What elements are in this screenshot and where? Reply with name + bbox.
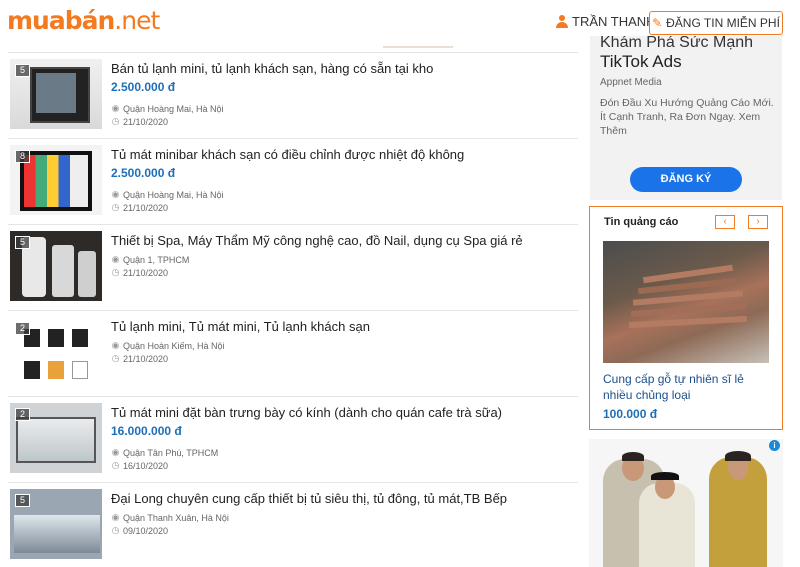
ad-headline[interactable]: TikTok Ads <box>600 52 682 72</box>
date-text: 21/10/2020 <box>123 267 169 278</box>
clock-icon: ◷ <box>111 525 120 535</box>
listing-date: ◷ 21/10/2020 <box>111 116 168 127</box>
photo-count-badge: 2 <box>15 408 30 421</box>
listing-location: ◉ Quận 1, TPHCM <box>111 254 190 265</box>
promoted-listing-box: Tin quảng cáo ‹ › Cung cấp gỗ tự nhiên s… <box>589 206 783 430</box>
clock-icon: ◷ <box>111 116 120 126</box>
pencil-icon: ✎ <box>652 16 663 30</box>
listing-thumbnail[interactable]: 5 <box>10 231 102 301</box>
chevron-right-icon[interactable]: › <box>748 215 768 229</box>
list-item[interactable]: 2 Tủ lạnh mini, Tủ mát mini, Tủ lạnh khá… <box>8 311 578 397</box>
location-text: Quận Thanh Xuân, Hà Nội <box>123 512 229 523</box>
user-name: TRẦN THANH <box>572 14 656 29</box>
clock-icon: ◷ <box>111 267 120 277</box>
listing-date: ◷ 16/10/2020 <box>111 460 168 471</box>
user-menu[interactable]: TRẦN THANH <box>556 14 656 29</box>
listing-price: 2.500.000 đ <box>111 80 176 94</box>
listing-title[interactable]: Đại Long chuyên cung cấp thiết bị tủ siê… <box>111 491 507 506</box>
listing-title[interactable]: Tủ lạnh mini, Tủ mát mini, Tủ lạnh khách… <box>111 319 370 334</box>
promo-image[interactable] <box>603 241 769 363</box>
ad-description: Đón Đầu Xu Hướng Quảng Cáo Mới. Ít Cạnh … <box>600 97 774 137</box>
listing-date: ◷ 21/10/2020 <box>111 202 168 213</box>
tab-indicator <box>383 44 453 48</box>
fashion-ad[interactable]: i <box>589 439 783 567</box>
user-icon <box>556 15 568 28</box>
listing-title[interactable]: Thiết bị Spa, Máy Thẩm Mỹ công nghệ cao,… <box>111 233 523 248</box>
map-pin-icon: ◉ <box>111 512 120 522</box>
listing-date: ◷ 09/10/2020 <box>111 525 168 536</box>
promo-title[interactable]: Cung cấp gỗ tự nhiên sĩ lẻ nhiều chủng l… <box>603 371 773 403</box>
ad-source: Appnet Media <box>600 77 662 88</box>
list-item[interactable]: 8 Tủ mát minibar khách sạn có điều chỉnh… <box>8 139 578 225</box>
listing-price: 16.000.000 đ <box>111 424 182 438</box>
listing-thumbnail[interactable]: 8 <box>10 145 102 215</box>
photo-count-badge: 5 <box>15 64 30 77</box>
listing-location: ◉ Quận Hoàng Mai, Hà Nội <box>111 189 224 200</box>
tiktok-ad[interactable]: Khám Phá Sức Mạnh TikTok Ads Appnet Medi… <box>590 36 782 200</box>
model-hair <box>725 451 751 461</box>
date-text: 09/10/2020 <box>123 525 169 536</box>
location-text: Quận Hoàng Mai, Hà Nội <box>123 189 224 200</box>
map-pin-icon: ◉ <box>111 103 120 113</box>
clock-icon: ◷ <box>111 353 120 363</box>
clock-icon: ◷ <box>111 460 120 470</box>
listing-location: ◉ Quận Hoàn Kiếm, Hà Nội <box>111 340 225 351</box>
listing-date: ◷ 21/10/2020 <box>111 267 168 278</box>
listing-title[interactable]: Tủ mát minibar khách sạn có điều chỉnh đ… <box>111 147 464 162</box>
location-text: Quận Hoàn Kiếm, Hà Nội <box>123 340 225 351</box>
map-pin-icon: ◉ <box>111 189 120 199</box>
chevron-left-icon[interactable]: ‹ <box>715 215 735 229</box>
listing-title[interactable]: Bán tủ lạnh mini, tủ lạnh khách sạn, hàn… <box>111 61 433 76</box>
map-pin-icon: ◉ <box>111 340 120 350</box>
listing-thumbnail[interactable]: 2 <box>10 317 102 387</box>
listing-date: ◷ 21/10/2020 <box>111 353 168 364</box>
list-item[interactable]: 2 Tủ mát mini đặt bàn trưng bày có kính … <box>8 397 578 483</box>
listing-title[interactable]: Tủ mát mini đặt bàn trưng bày có kính (d… <box>111 405 502 420</box>
date-text: 21/10/2020 <box>123 116 169 127</box>
listing-thumbnail[interactable]: 2 <box>10 403 102 473</box>
clock-icon: ◷ <box>111 202 120 212</box>
list-item[interactable]: 5 Thiết bị Spa, Máy Thẩm Mỹ công nghệ ca… <box>8 225 578 311</box>
listing-price: 2.500.000 đ <box>111 166 176 180</box>
photo-count-badge: 5 <box>15 236 30 249</box>
location-text: Quận 1, TPHCM <box>123 254 190 265</box>
list-item[interactable]: 5 Đại Long chuyên cung cấp thiết bị tủ s… <box>8 483 578 567</box>
listing-thumbnail[interactable]: 5 <box>10 59 102 129</box>
listing-list: 5 Bán tủ lạnh mini, tủ lạnh khách sạn, h… <box>0 44 580 567</box>
promo-heading: Tin quảng cáo <box>604 216 679 228</box>
listing-location: ◉ Quận Thanh Xuân, Hà Nội <box>111 512 229 523</box>
post-free-ad-label: ĐĂNG TIN MIỄN PHÍ <box>666 16 780 30</box>
model-cap <box>651 472 679 480</box>
ad-signup-button[interactable]: ĐĂNG KÝ <box>630 167 742 192</box>
listing-location: ◉ Quận Hoàng Mai, Hà Nội <box>111 103 224 114</box>
listing-location: ◉ Quận Tân Phú, TPHCM <box>111 447 219 458</box>
photo-count-badge: 2 <box>15 322 30 335</box>
date-text: 16/10/2020 <box>123 460 169 471</box>
date-text: 21/10/2020 <box>123 353 169 364</box>
location-text: Quận Hoàng Mai, Hà Nội <box>123 103 224 114</box>
adchoices-icon[interactable]: i <box>769 440 780 451</box>
photo-count-badge: 5 <box>15 494 30 507</box>
photo-count-badge: 8 <box>15 150 30 163</box>
map-pin-icon: ◉ <box>111 254 120 264</box>
location-text: Quận Tân Phú, TPHCM <box>123 447 219 458</box>
map-pin-icon: ◉ <box>111 447 120 457</box>
ad-headline-partial: Khám Phá Sức Mạnh <box>600 36 754 51</box>
promo-price: 100.000 đ <box>603 407 658 421</box>
list-item[interactable]: 5 Bán tủ lạnh mini, tủ lạnh khách sạn, h… <box>8 53 578 139</box>
post-free-ad-button[interactable]: ✎ ĐĂNG TIN MIỄN PHÍ <box>649 11 783 35</box>
site-logo[interactable]: muabán.net <box>7 6 160 36</box>
date-text: 21/10/2020 <box>123 202 169 213</box>
model-hair <box>622 452 644 461</box>
listing-thumbnail[interactable]: 5 <box>10 489 102 559</box>
